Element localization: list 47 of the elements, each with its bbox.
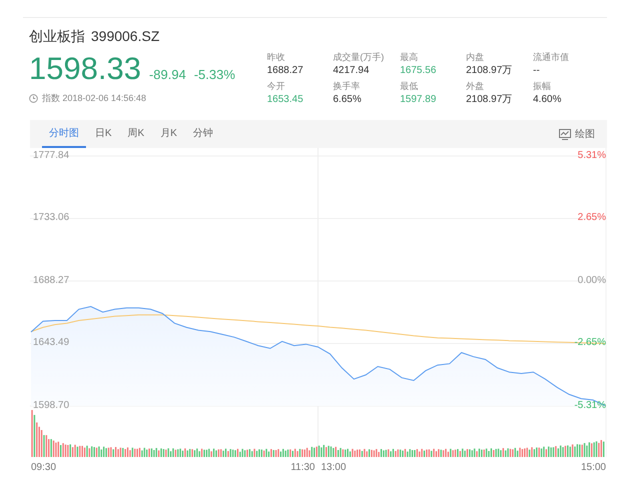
time-axis-label: 09:30 [31, 462, 56, 473]
stat-value: 1688.27 [267, 65, 304, 76]
current-price: 1598.33 [29, 52, 142, 86]
stat-label: 今开 [267, 80, 286, 92]
price-axis-label: 1643.49 [32, 337, 70, 350]
stat-value: 1597.89 [400, 94, 438, 104]
price-axis-label: 1777.84 [32, 150, 70, 162]
time-axis-label: 15:00 [580, 462, 606, 473]
chart-tab[interactable]: 分钟 [186, 120, 220, 148]
stat-label: 振幅 [533, 80, 552, 92]
index-name: 创业板指 [29, 28, 85, 46]
stat-label: 最低 [400, 80, 419, 92]
stat-value: -- [533, 65, 541, 76]
draw-button[interactable]: 绘图 [559, 120, 595, 148]
chart-tab[interactable]: 月K [153, 120, 184, 148]
price-axis-label: 1733.06 [32, 212, 70, 224]
clock-icon [29, 94, 38, 103]
stat-value: 6.65% [333, 94, 362, 104]
stat-label: 内盘 [466, 52, 485, 63]
price-change: -89.94 [149, 67, 186, 82]
chart-icon [559, 128, 571, 140]
stat-label: 最高 [400, 52, 419, 63]
stat-value: 1653.45 [267, 94, 304, 104]
time-axis-label: 11:30 [290, 462, 315, 473]
stat-label: 昨收 [267, 52, 286, 63]
stat-label: 外盘 [466, 80, 485, 92]
time-axis-label: 13:00 [321, 462, 346, 473]
index-code: 399006.SZ [91, 28, 160, 46]
chart-tab[interactable]: 日K [88, 120, 119, 148]
stat-value: 2108.97万 [466, 65, 514, 76]
stat-label: 成交量(万手) [333, 52, 385, 63]
percent-axis-label: 5.31% [576, 150, 607, 162]
stat-value: 4.60% [533, 94, 562, 104]
timestamp: 指数 2018-02-06 14:56:48 [42, 92, 146, 105]
stat-value: 1675.56 [400, 65, 438, 76]
price-axis-label: 1688.27 [32, 275, 70, 287]
percent-axis-label: 2.65% [576, 212, 607, 224]
price-axis-label: 1598.70 [32, 400, 70, 412]
stat-label: 流通市值 [533, 52, 570, 63]
percent-axis-label: -5.31% [573, 400, 607, 412]
chart-tab[interactable]: 分时图 [42, 120, 86, 148]
stat-value: 4217.94 [333, 65, 370, 76]
stat-value: 2108.97万 [466, 94, 514, 104]
chart-tab[interactable]: 周K [120, 120, 152, 148]
percent-axis-label: 0.00% [576, 275, 607, 287]
price-change-percent: -5.33% [194, 67, 236, 82]
stat-label: 换手率 [333, 80, 361, 92]
